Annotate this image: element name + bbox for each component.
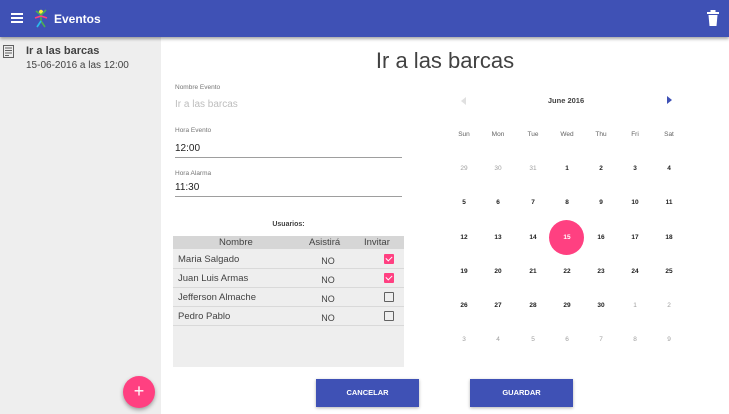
calendar-day[interactable]: 31 [518, 162, 548, 176]
weekday-label: Mon [491, 131, 505, 138]
calendar-day[interactable]: 14 [518, 231, 548, 245]
calendar-day[interactable]: 7 [586, 333, 616, 347]
menu-icon[interactable] [11, 13, 23, 23]
calendar-day[interactable]: 5 [518, 333, 548, 347]
nombre-evento-label: Nombre Evento [175, 84, 221, 91]
calendar-day[interactable]: 13 [483, 231, 513, 245]
calendar-day[interactable]: 2 [586, 162, 616, 176]
save-button[interactable]: GUARDAR [470, 379, 573, 407]
calendar-day[interactable]: 12 [449, 231, 479, 245]
calendar-day[interactable]: 27 [483, 299, 513, 313]
calendar-day[interactable]: 17 [620, 231, 650, 245]
calendar-day[interactable]: 10 [620, 196, 650, 210]
sidebar-item-subtitle: 15-06-2016 a las 12:00 [26, 60, 129, 71]
hora-alarma-label: Hora Alarma [175, 170, 212, 177]
calendar-day[interactable]: 25 [654, 265, 684, 279]
calendar-day[interactable]: 16 [586, 231, 616, 245]
table-row: Maria Salgado NO [173, 250, 404, 269]
sidebar-item-title: Ir a las barcas [26, 45, 100, 57]
calendar-day[interactable]: 26 [449, 299, 479, 313]
calendar-day[interactable]: 9 [586, 196, 616, 210]
calendar-day[interactable]: 11 [654, 196, 684, 210]
calendar-day[interactable]: 21 [518, 265, 548, 279]
invite-checkbox[interactable] [384, 292, 394, 302]
hora-evento-input[interactable] [175, 143, 402, 158]
weekday-label: Sat [664, 131, 674, 138]
calendar-month-label: June 2016 [547, 96, 585, 105]
calendar-day[interactable]: 4 [654, 162, 684, 176]
table-row: Juan Luis Armas NO [173, 269, 404, 288]
weekday-label: Thu [595, 131, 607, 138]
table-row: Jefferson Almache NO [173, 288, 404, 307]
header-asistira: Asistirá [309, 237, 341, 248]
invite-checkbox[interactable] [384, 254, 394, 264]
trash-icon[interactable] [706, 10, 720, 26]
app-bar: Eventos [0, 0, 729, 37]
calendar-day[interactable]: 6 [552, 333, 582, 347]
user-attendance: NO [321, 294, 335, 304]
calendar-day-selected[interactable]: 15 [552, 231, 582, 245]
calendar-day[interactable]: 4 [483, 333, 513, 347]
document-icon [3, 45, 14, 58]
weekday-label: Fri [631, 131, 639, 138]
header-nombre: Nombre [219, 237, 253, 248]
calendar-day[interactable]: 29 [552, 299, 582, 313]
calendar-day[interactable]: 18 [654, 231, 684, 245]
sidebar: Ir a las barcas 15-06-2016 a las 12:00 + [0, 37, 161, 414]
calendar-day[interactable]: 30 [483, 162, 513, 176]
calendar-day[interactable]: 28 [518, 299, 548, 313]
weekday-label: Wed [560, 131, 574, 138]
cancel-button[interactable]: CANCELAR [316, 379, 419, 407]
calendar-day[interactable]: 5 [449, 196, 479, 210]
user-name: Maria Salgado [178, 254, 240, 265]
add-event-button[interactable]: + [123, 376, 155, 408]
weekday-label: Sun [458, 131, 470, 138]
next-month-button[interactable] [667, 96, 672, 104]
weekday-label: Tue [527, 131, 539, 138]
usuarios-label: Usuarios: [272, 221, 305, 228]
calendar-day[interactable]: 1 [552, 162, 582, 176]
calendar-day[interactable]: 20 [483, 265, 513, 279]
calendar-day[interactable]: 6 [483, 196, 513, 210]
calendar-day[interactable]: 8 [620, 333, 650, 347]
users-table: Nombre Asistirá Invitar Maria Salgado NO… [173, 236, 404, 367]
user-name: Juan Luis Armas [178, 273, 249, 284]
calendar-day[interactable]: 24 [620, 265, 650, 279]
calendar-day[interactable]: 3 [620, 162, 650, 176]
calendar-day[interactable]: 3 [449, 333, 479, 347]
app-title: Eventos [54, 12, 101, 26]
calendar-day[interactable]: 23 [586, 265, 616, 279]
nombre-evento-input[interactable] [175, 99, 402, 113]
user-attendance: NO [321, 256, 335, 266]
calendar-day[interactable]: 29 [449, 162, 479, 176]
calendar-day[interactable]: 1 [620, 299, 650, 313]
calendar-day[interactable]: 7 [518, 196, 548, 210]
calendar-day[interactable]: 9 [654, 333, 684, 347]
calendar-day[interactable]: 30 [586, 299, 616, 313]
sidebar-item-event[interactable]: Ir a las barcas 15-06-2016 a las 12:00 [0, 37, 161, 79]
table-row: Pedro Pablo NO [173, 307, 404, 326]
user-name: Jefferson Almache [178, 292, 256, 303]
user-attendance: NO [321, 313, 335, 323]
header-invitar: Invitar [364, 237, 390, 248]
user-attendance: NO [321, 275, 335, 285]
page-title: Ir a las barcas [375, 48, 515, 73]
invite-checkbox[interactable] [384, 273, 394, 283]
calendar-day[interactable]: 8 [552, 196, 582, 210]
hora-evento-label: Hora Evento [175, 127, 212, 134]
user-name: Pedro Pablo [178, 311, 231, 322]
hora-alarma-input[interactable] [175, 182, 402, 197]
calendar-day[interactable]: 19 [449, 265, 479, 279]
invite-checkbox[interactable] [384, 311, 394, 321]
calendar-day[interactable]: 2 [654, 299, 684, 313]
table-header: Nombre Asistirá Invitar [173, 236, 404, 249]
app-logo-icon [34, 9, 48, 28]
calendar-day[interactable]: 22 [552, 265, 582, 279]
